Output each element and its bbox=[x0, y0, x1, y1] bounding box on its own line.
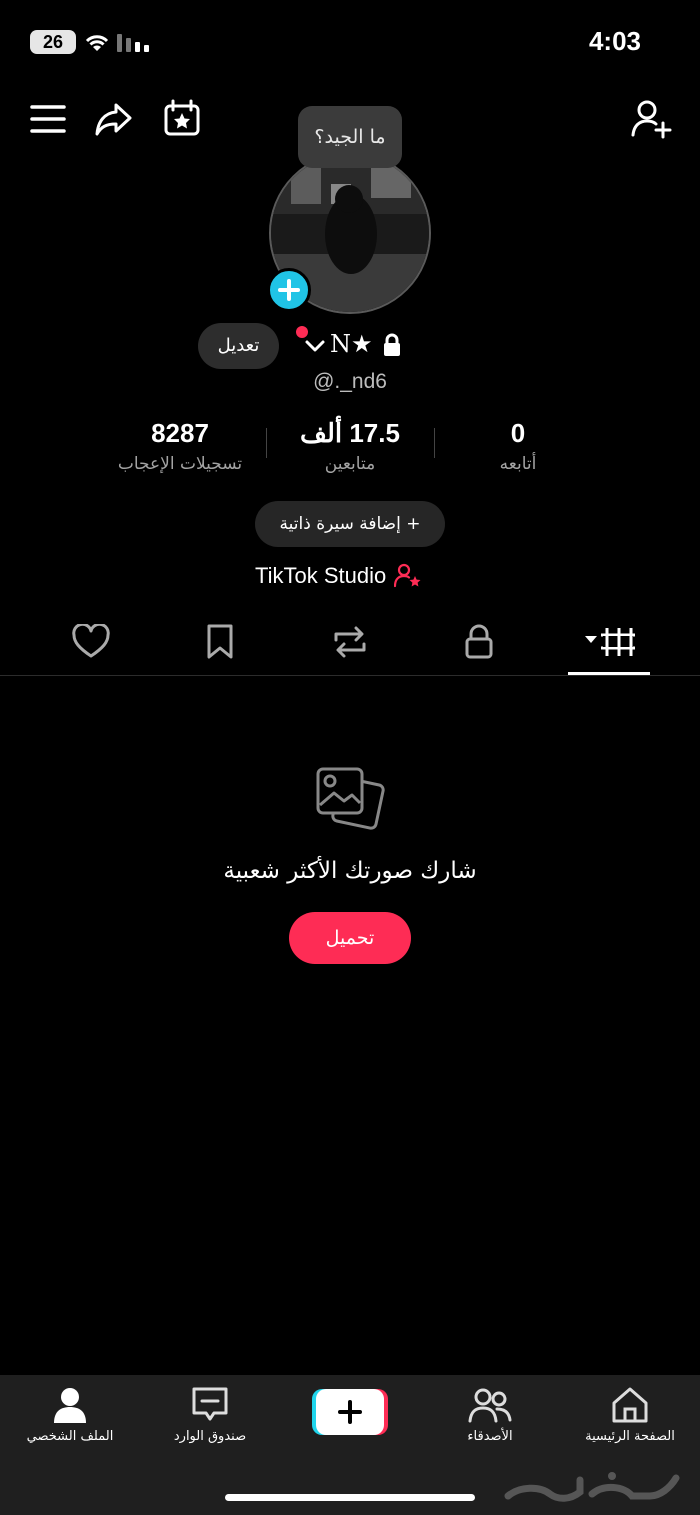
empty-state-text: شارك صورتك الأكثر شعبية bbox=[223, 858, 477, 884]
followers-label[interactable]: متابعين bbox=[270, 454, 430, 474]
studio-label: TikTok Studio bbox=[255, 563, 387, 588]
tab-reposts[interactable] bbox=[320, 612, 380, 672]
nav-friends-label: الأصدقاء bbox=[467, 1429, 513, 1444]
profile-icon bbox=[54, 1388, 86, 1423]
likes-label: تسجيلات الإعجاب bbox=[117, 454, 243, 474]
username: @._nd6 bbox=[313, 370, 387, 393]
lock-icon bbox=[465, 624, 493, 659]
followers-count[interactable]: 17.5 ألف bbox=[270, 418, 430, 449]
inbox-icon bbox=[192, 1387, 228, 1421]
add-bio-button[interactable]: + إضافة سيرة ذاتية bbox=[255, 501, 445, 547]
nav-friends[interactable]: الأصدقاء bbox=[420, 1385, 560, 1465]
tab-videos[interactable] bbox=[578, 612, 640, 672]
nav-inbox[interactable]: صندوق الوارد bbox=[140, 1385, 280, 1465]
share-icon[interactable] bbox=[92, 97, 136, 141]
stat-divider bbox=[266, 428, 267, 458]
home-icon bbox=[612, 1387, 648, 1423]
wifi-icon bbox=[84, 32, 110, 52]
creator-star-icon bbox=[394, 563, 422, 589]
haraj-watermark-logo bbox=[500, 1468, 690, 1508]
create-button[interactable] bbox=[312, 1387, 388, 1437]
nav-inbox-label: صندوق الوارد bbox=[173, 1429, 247, 1444]
nav-profile-label: الملف الشخصي bbox=[26, 1429, 114, 1444]
nav-home-label: الصفحة الرئيسية bbox=[585, 1429, 675, 1444]
repost-icon bbox=[334, 626, 366, 658]
status-time: 4:03 bbox=[588, 26, 642, 56]
nav-home[interactable]: الصفحة الرئيسية bbox=[560, 1385, 700, 1465]
likes-count: 8287 bbox=[151, 418, 209, 448]
lock-icon bbox=[381, 333, 403, 357]
chevron-down-icon[interactable] bbox=[304, 336, 326, 356]
menu-icon[interactable] bbox=[26, 97, 70, 141]
friends-icon bbox=[468, 1388, 512, 1423]
edit-profile-button[interactable]: تعديل bbox=[198, 323, 279, 369]
following-label[interactable]: أتابعه bbox=[438, 454, 598, 474]
plus-icon bbox=[338, 1400, 362, 1424]
tab-private[interactable] bbox=[449, 612, 509, 672]
signal-icon bbox=[116, 34, 152, 52]
home-indicator bbox=[225, 1494, 475, 1501]
calendar-star-icon[interactable] bbox=[160, 97, 204, 141]
upload-button[interactable]: تحميل bbox=[289, 912, 411, 964]
divider bbox=[0, 675, 700, 676]
grid-icon bbox=[585, 628, 635, 656]
add-avatar-button[interactable] bbox=[267, 268, 311, 312]
tooltip: ما الجيد؟ bbox=[298, 106, 402, 168]
stat-divider bbox=[434, 428, 435, 458]
tab-liked[interactable] bbox=[61, 612, 121, 672]
add-friend-icon[interactable] bbox=[630, 97, 674, 141]
tiktok-studio-link[interactable]: TikTok Studio bbox=[255, 560, 455, 592]
photos-icon bbox=[314, 765, 386, 837]
heart-icon bbox=[72, 624, 110, 658]
tab-saved[interactable] bbox=[190, 612, 250, 672]
nav-profile[interactable]: الملف الشخصي bbox=[0, 1385, 140, 1465]
bookmark-icon bbox=[207, 624, 233, 659]
battery-indicator: 26 bbox=[30, 30, 76, 54]
display-name[interactable]: N★ bbox=[330, 330, 373, 358]
following-count[interactable]: 0 bbox=[438, 418, 598, 449]
